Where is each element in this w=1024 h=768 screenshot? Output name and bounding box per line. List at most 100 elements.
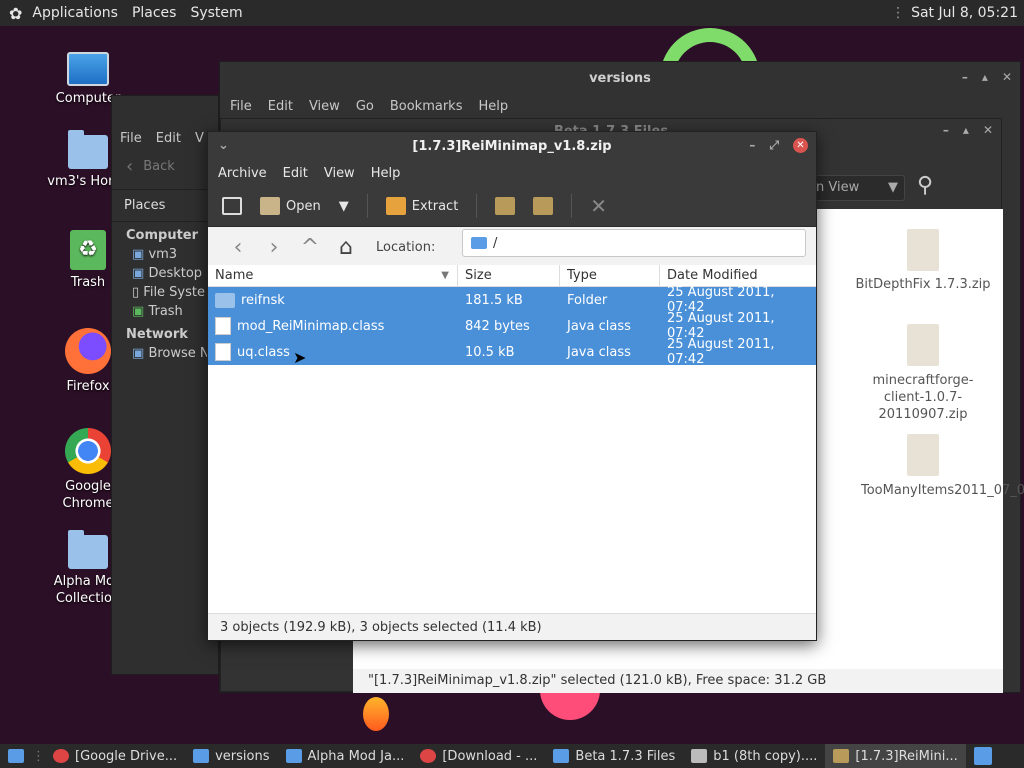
- cell-type: Java class: [567, 318, 631, 334]
- archive-window[interactable]: ⌄ [1.7.3]ReiMinimap_v1.8.zip – ⤢ ✕ Archi…: [207, 131, 817, 641]
- menu-view[interactable]: View: [309, 99, 340, 114]
- menu-go[interactable]: Go: [356, 99, 374, 114]
- menu-view[interactable]: V: [195, 131, 204, 146]
- task-google-drive[interactable]: [Google Drive...: [45, 744, 185, 768]
- sidebar-item-vm3[interactable]: ▣ vm3: [112, 245, 218, 264]
- stop-button[interactable]: ✕: [584, 190, 613, 222]
- maximize-icon[interactable]: ▴: [982, 70, 988, 84]
- maximize-icon[interactable]: ▴: [963, 123, 969, 137]
- sort-desc-icon: ▼: [441, 269, 449, 281]
- add-files-button[interactable]: [489, 193, 521, 219]
- task-label: b1 (8th copy)....: [713, 748, 818, 764]
- column-date-modified[interactable]: Date Modified: [660, 265, 816, 286]
- location-input[interactable]: /: [462, 229, 806, 257]
- versions-titlebar[interactable]: versions – ▴ ✕: [220, 62, 1020, 94]
- menu-help[interactable]: Help: [371, 166, 401, 181]
- toolbar-separator: [366, 194, 368, 218]
- minimize-icon[interactable]: –: [962, 70, 968, 84]
- window-title: versions: [589, 70, 651, 86]
- toolbar-separator: [571, 194, 573, 218]
- workspace-switcher[interactable]: [966, 744, 1000, 768]
- menu-help[interactable]: Help: [478, 99, 508, 114]
- archive-titlebar[interactable]: ⌄ [1.7.3]ReiMinimap_v1.8.zip – ⤢ ✕: [208, 132, 816, 160]
- minimize-icon[interactable]: –: [749, 138, 755, 153]
- wallpaper-blob: [540, 690, 600, 720]
- status-bar: 3 objects (192.9 kB), 3 objects selected…: [208, 613, 816, 640]
- clock[interactable]: ⋮ Sat Jul 8, 05:21: [891, 5, 1024, 21]
- drive-icon: ▯: [132, 285, 140, 300]
- show-desktop-button[interactable]: [0, 744, 32, 768]
- cell-size: 181.5 kB: [465, 292, 523, 308]
- extract-button[interactable]: Extract: [380, 193, 465, 219]
- taskbar-separator: ⋮: [32, 748, 45, 764]
- close-icon[interactable]: ✕: [1002, 70, 1012, 84]
- places-menu[interactable]: Places: [125, 5, 184, 21]
- task-reiminimap[interactable]: [1.7.3]ReiMini...: [825, 744, 966, 768]
- search-icon[interactable]: ⚲: [917, 173, 933, 198]
- open-button[interactable]: Open: [254, 193, 327, 219]
- sidebar-item-label: File Syste: [143, 285, 205, 300]
- nautilus-window[interactable]: File Edit V ‹ Back Places Computer ▣ vm3…: [111, 95, 219, 675]
- view-selector[interactable]: n View ▼: [811, 175, 905, 201]
- new-file-icon: [222, 197, 242, 215]
- archive-icon: [833, 749, 850, 763]
- task-download[interactable]: [Download - ...: [412, 744, 545, 768]
- column-name[interactable]: Name ▼: [208, 265, 458, 286]
- add-folder-button[interactable]: [527, 193, 559, 219]
- archive-menubar: Archive Edit View Help: [208, 160, 816, 186]
- sidebar-item-label: Trash: [148, 304, 183, 319]
- close-icon[interactable]: ✕: [983, 123, 993, 137]
- window-menu-icon[interactable]: ⌄: [218, 138, 229, 153]
- home-icon[interactable]: ⌂: [328, 235, 364, 260]
- zip-file-icon: [907, 434, 939, 476]
- cell-size: 842 bytes: [465, 318, 530, 334]
- mouse-cursor-icon: ➤: [293, 348, 307, 367]
- file-label: TooManyItems2011_07_01.zip: [861, 483, 1024, 498]
- sidebar-item-browse-network[interactable]: ▣ Browse N: [112, 344, 218, 363]
- column-type[interactable]: Type: [560, 265, 660, 286]
- menu-archive[interactable]: Archive: [218, 166, 267, 181]
- menu-bookmarks[interactable]: Bookmarks: [390, 99, 463, 114]
- file-icon: [215, 317, 231, 335]
- sidebar-item-desktop[interactable]: ▣ Desktop: [112, 264, 218, 283]
- close-icon[interactable]: ✕: [793, 138, 808, 153]
- back-button[interactable]: ‹ Back: [112, 150, 218, 183]
- menu-file[interactable]: File: [230, 99, 252, 114]
- system-menu[interactable]: System: [183, 5, 249, 21]
- open-folder-icon: [260, 197, 280, 215]
- open-dropdown-button[interactable]: ▼: [333, 195, 355, 218]
- task-beta-files[interactable]: Beta 1.7.3 Files: [545, 744, 683, 768]
- task-b1-copy[interactable]: b1 (8th copy)....: [683, 744, 825, 768]
- view-selector-label: n View: [816, 180, 860, 195]
- file-item[interactable]: minecraftforge-client-1.0.7-20110907.zip: [843, 324, 1003, 423]
- sidebar-item-filesystem[interactable]: ▯ File Syste: [112, 283, 218, 302]
- minimize-icon[interactable]: –: [943, 123, 949, 137]
- row-name: reifnsk: [241, 292, 285, 308]
- show-desktop-icon: [8, 749, 24, 763]
- menu-view[interactable]: View: [324, 166, 355, 181]
- forward-arrow-icon[interactable]: ›: [256, 235, 292, 260]
- sidebar-section-computer: Computer: [126, 228, 199, 243]
- back-arrow-icon[interactable]: ‹: [220, 235, 256, 260]
- row-name: uq.class: [237, 344, 290, 360]
- table-row[interactable]: reifnsk 181.5 kB Folder 25 August 2011, …: [208, 285, 816, 315]
- stop-icon: ✕: [590, 194, 608, 218]
- list-header: Name ▼ Size Type Date Modified: [208, 265, 816, 287]
- file-item[interactable]: TooManyItems2011_07_01.zip: [843, 434, 1024, 499]
- task-versions[interactable]: versions: [185, 744, 277, 768]
- table-row[interactable]: mod_ReiMinimap.class 842 bytes Java clas…: [208, 311, 816, 341]
- menu-edit[interactable]: Edit: [156, 131, 181, 146]
- gnome-foot-icon[interactable]: ✿: [9, 4, 22, 23]
- column-size[interactable]: Size: [458, 265, 560, 286]
- new-archive-button[interactable]: [216, 193, 248, 219]
- menu-file[interactable]: File: [120, 131, 142, 146]
- sidebar-item-trash[interactable]: ▣ Trash: [112, 302, 218, 321]
- applications-menu[interactable]: Applications: [25, 5, 125, 21]
- cell-name: reifnsk: [208, 292, 458, 308]
- menu-edit[interactable]: Edit: [268, 99, 293, 114]
- menu-edit[interactable]: Edit: [283, 166, 308, 181]
- maximize-icon[interactable]: ⤢: [769, 138, 779, 153]
- file-item[interactable]: BitDepthFix 1.7.3.zip: [843, 229, 1003, 292]
- task-alpha-mod[interactable]: Alpha Mod Ja...: [278, 744, 413, 768]
- up-arrow-icon[interactable]: ^: [292, 235, 328, 260]
